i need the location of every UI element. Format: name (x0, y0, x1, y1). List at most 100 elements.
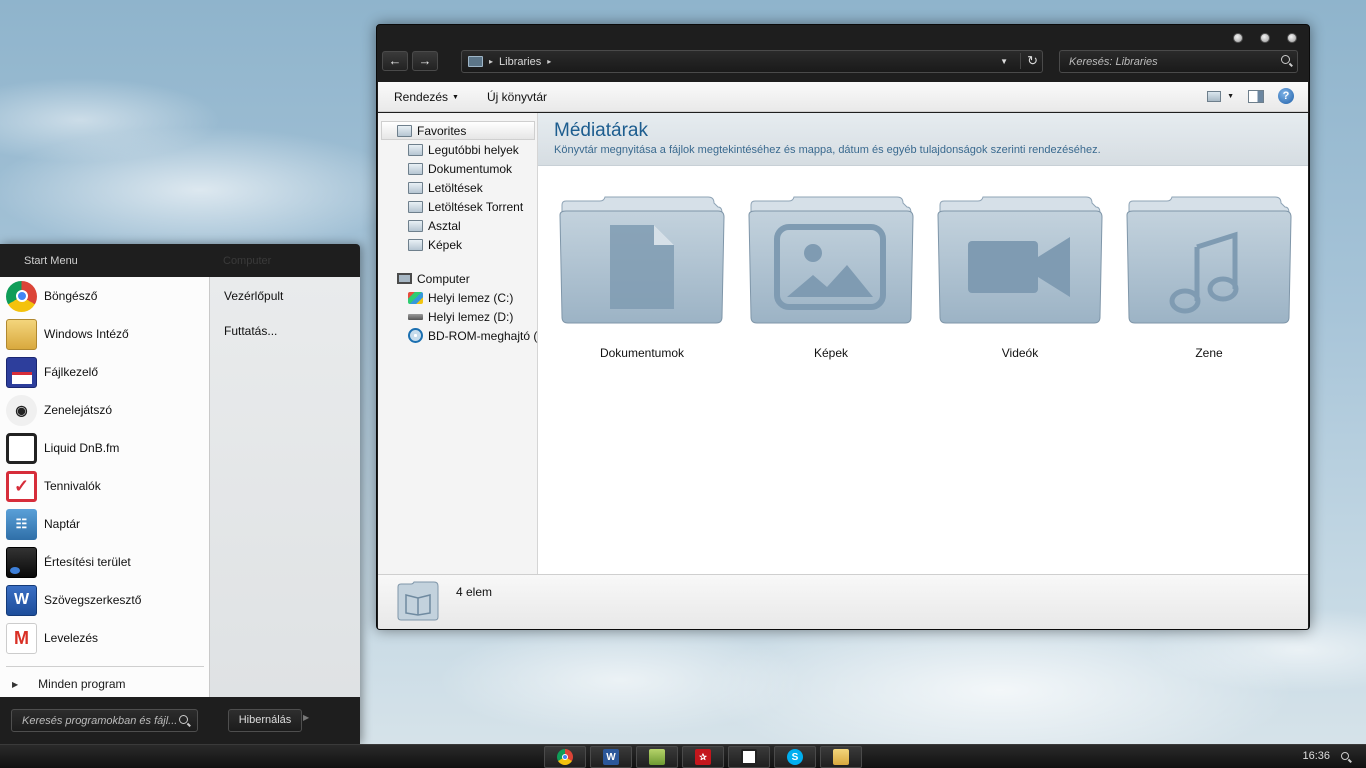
all-programs-button[interactable]: ▶ Minden program (12, 677, 126, 691)
forward-button[interactable]: → (412, 51, 438, 71)
library-book-icon (397, 581, 439, 621)
window-controls (1233, 33, 1297, 43)
clock[interactable]: 16:36 (1302, 750, 1330, 762)
page-subtitle: Könyvtár megnyitása a fájlok megtekintés… (554, 144, 1101, 156)
skype-icon: S (787, 749, 803, 765)
start-search-input[interactable]: Keresés programokban és fájl... (11, 709, 198, 732)
picture-icon (748, 196, 914, 324)
nav-downloads[interactable]: Letöltések (378, 178, 537, 197)
start-menu-title: Start Menu (24, 255, 78, 267)
nav-torrent-downloads[interactable]: Letöltések Torrent (378, 197, 537, 216)
breadcrumb-libraries[interactable]: Libraries (499, 56, 541, 68)
app-mail[interactable]: M Levelezés (0, 619, 209, 657)
nav-documents[interactable]: Dokumentumok (378, 159, 537, 178)
back-button[interactable]: ← (382, 51, 408, 71)
nav-desktop[interactable]: Asztal (378, 216, 537, 235)
taskbar-pdf[interactable]: ✰ (682, 746, 724, 768)
library-music[interactable]: Zene (1125, 195, 1293, 360)
tray-search-icon[interactable] (1341, 752, 1349, 760)
app-file-manager[interactable]: Fájlkezelő (0, 353, 209, 391)
nav-recent-places[interactable]: Legutóbbi helyek (378, 140, 537, 159)
computer-icon (397, 273, 412, 284)
recent-places-icon (408, 143, 423, 156)
start-menu: Start Menu Computer Böngésző Windows Int… (0, 244, 360, 744)
checkbox-icon: ✓ (6, 470, 37, 502)
floppy-icon (6, 356, 37, 388)
command-bar: Rendezés ▼ Új könyvtár ▼ ? (378, 82, 1308, 112)
pipe-icon (6, 432, 37, 464)
video-camera-icon (937, 196, 1103, 324)
app-calendar[interactable]: ☷ Naptár (0, 505, 209, 543)
item-count: 4 elem (456, 585, 493, 599)
start-menu-user-label: Computer (223, 255, 272, 267)
documents-folder-icon (408, 162, 423, 175)
music-note-icon (1126, 196, 1292, 324)
library-pictures[interactable]: Képek (747, 195, 915, 360)
nav-computer[interactable]: Computer (378, 269, 537, 288)
refresh-icon[interactable]: ↻ (1020, 53, 1038, 69)
disc-drive-icon (408, 328, 423, 343)
address-dropdown-icon[interactable]: ▼ (1000, 57, 1008, 66)
breadcrumb-chevron-icon[interactable]: ▸ (547, 57, 551, 66)
app-notification-area[interactable]: Értesítési terület (0, 543, 209, 581)
library-documents[interactable]: Dokumentumok (558, 195, 726, 360)
nav-drive-c[interactable]: Helyi lemez (C:) (378, 288, 537, 307)
minimize-button[interactable] (1233, 33, 1243, 43)
app-todo[interactable]: ✓ Tennivalók (0, 467, 209, 505)
library-videos[interactable]: Videók (936, 195, 1104, 360)
windows-drive-icon (408, 291, 423, 304)
address-bar[interactable]: ▸ Libraries ▸ ▼ ↻ (461, 50, 1043, 73)
search-icon[interactable] (1281, 55, 1290, 64)
new-library-button[interactable]: Új könyvtár (487, 90, 547, 104)
start-right-column: Vezérlőpult Futtatás... (209, 277, 360, 697)
power-options-arrow-icon[interactable]: ▶ (303, 713, 309, 722)
library-header: Médiatárak Könyvtár megnyitása a fájlok … (538, 113, 1308, 166)
nav-pictures[interactable]: Képek (378, 235, 537, 254)
hibernate-button[interactable]: Hibernálás (228, 709, 302, 732)
nav-drive-d[interactable]: Helyi lemez (D:) (378, 307, 537, 326)
downloads-folder-icon (408, 181, 423, 194)
libraries-icon (468, 56, 483, 67)
program-list: Böngésző Windows Intéző Fájlkezelő ◉ Zen… (0, 277, 209, 697)
taskbar-skype[interactable]: S (774, 746, 816, 768)
word-icon: W (6, 584, 37, 616)
taskbar-chrome[interactable] (544, 746, 586, 768)
document-icon (559, 196, 725, 324)
pipe-icon (741, 749, 757, 765)
search-placeholder: Keresés: Libraries (1069, 55, 1158, 68)
view-dropdown-icon[interactable]: ▼ (1227, 93, 1234, 100)
organize-button[interactable]: Rendezés ▼ (394, 90, 459, 104)
explorer-window: ← → ▸ Libraries ▸ ▼ ↻ Keresés: Libraries… (376, 24, 1310, 630)
preview-pane-icon[interactable] (1248, 89, 1264, 103)
nav-drive-f[interactable]: BD-ROM-meghajtó (F:) (378, 326, 552, 345)
close-button[interactable] (1287, 33, 1297, 43)
taskbar-liquid-dnb[interactable] (728, 746, 770, 768)
chrome-icon (6, 280, 37, 312)
app-word-processor[interactable]: W Szövegszerkesztő (0, 581, 209, 619)
change-view-icon[interactable] (1207, 90, 1222, 102)
maximize-button[interactable] (1260, 33, 1270, 43)
divider (6, 666, 204, 667)
search-icon[interactable] (179, 715, 188, 724)
nav-favorites[interactable]: Favorites (381, 121, 535, 140)
taskbar-word[interactable]: W (590, 746, 632, 768)
app-music-player[interactable]: ◉ Zenelejátszó (0, 391, 209, 429)
pictures-folder-icon (408, 238, 423, 251)
run-link[interactable]: Futtatás... (210, 312, 360, 347)
start-footer: Keresés programokban és fájl... Hibernál… (0, 697, 360, 744)
word-icon: W (603, 749, 619, 765)
folder-icon (408, 200, 423, 213)
app-liquid-dnb[interactable]: Liquid DnB.fm (0, 429, 209, 467)
explorer-icon (833, 749, 849, 765)
taskbar-files[interactable] (636, 746, 678, 768)
desktop-icon (408, 219, 423, 232)
help-icon[interactable]: ? (1278, 88, 1294, 104)
app-browser[interactable]: Böngésző (0, 277, 209, 315)
breadcrumb-chevron-icon[interactable]: ▸ (489, 57, 493, 66)
taskbar-explorer[interactable] (820, 746, 862, 768)
app-windows-explorer[interactable]: Windows Intéző (0, 315, 209, 353)
search-input[interactable]: Keresés: Libraries (1059, 50, 1298, 73)
page-title: Médiatárak (554, 120, 648, 141)
hard-drive-icon (408, 313, 423, 320)
control-panel-link[interactable]: Vezérlőpult (210, 277, 360, 312)
